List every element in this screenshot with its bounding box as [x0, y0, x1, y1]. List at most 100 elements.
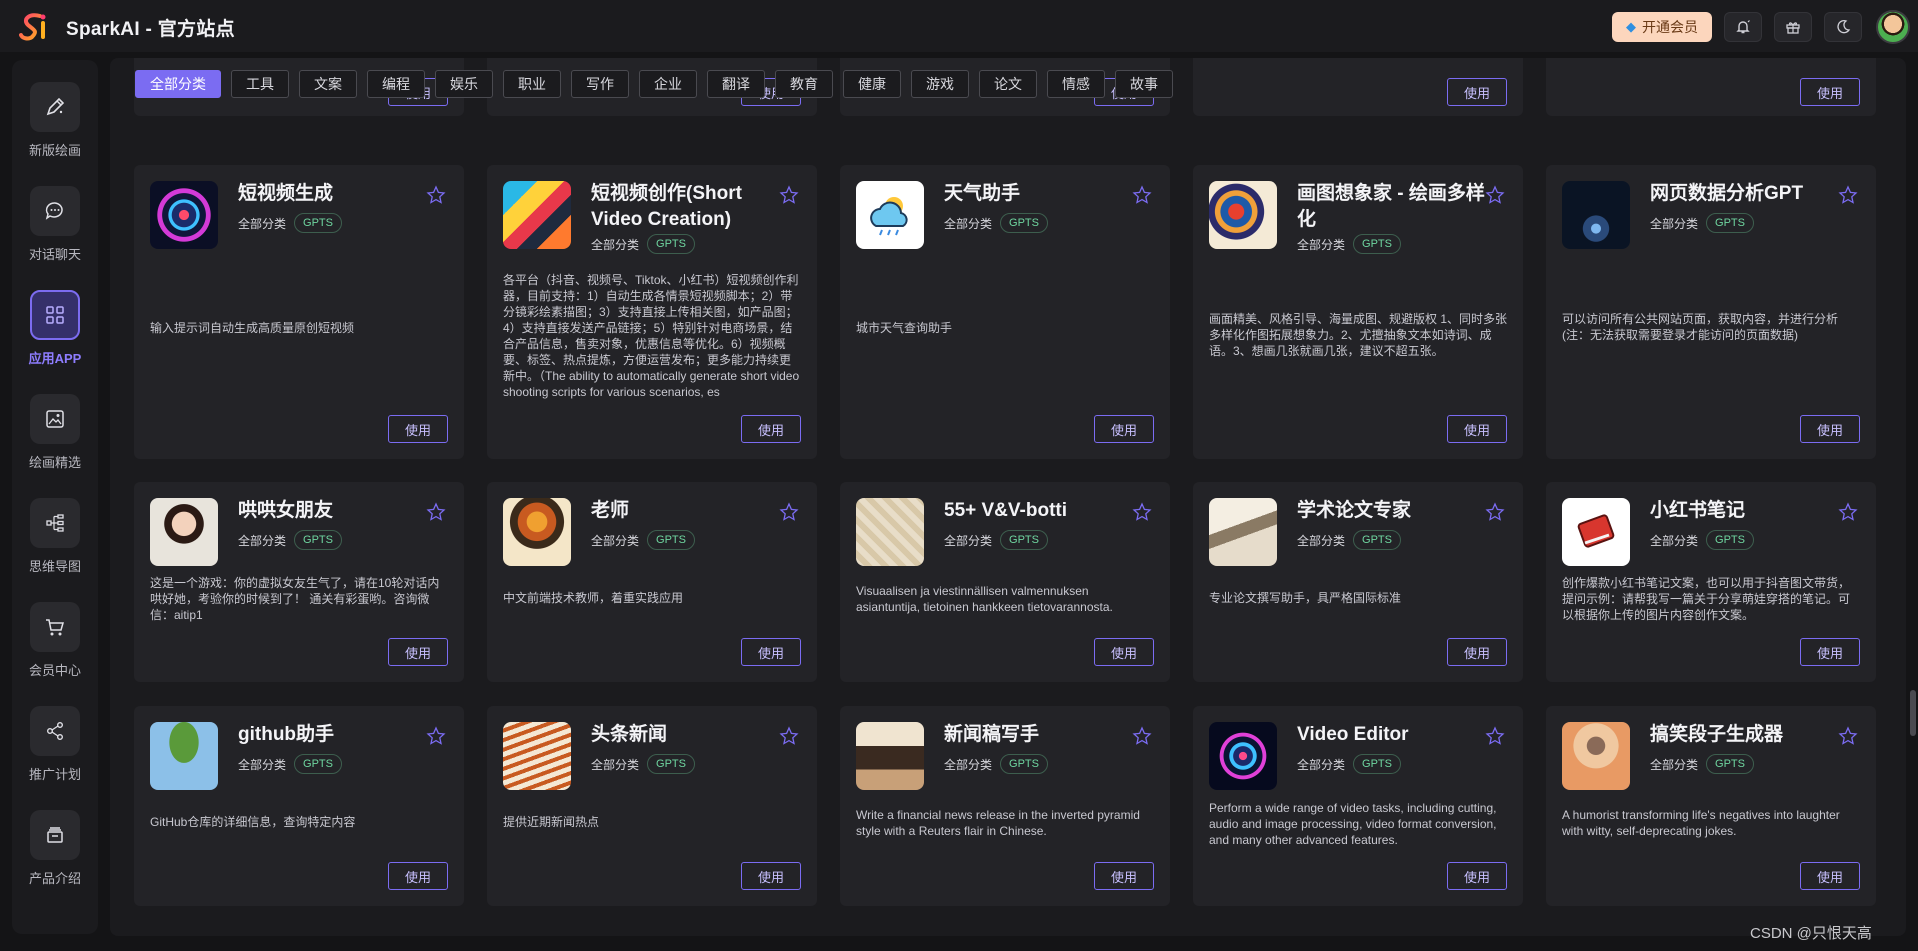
gift-icon[interactable]: [1774, 12, 1812, 42]
app-card[interactable]: 短视频创作(Short Video Creation) 全部分类 GPTS 各平台…: [487, 165, 817, 459]
app-card[interactable]: 小红书笔记 全部分类 GPTS 创作爆款小红书笔记文案，也可以用于抖音图文带货，提…: [1546, 482, 1876, 682]
app-card[interactable]: 55+ V&V-botti 全部分类 GPTS Visuaalisen ja vi…: [840, 482, 1170, 682]
sidebar-item-mindmap[interactable]: 思维导图: [12, 498, 98, 575]
star-icon[interactable]: [426, 185, 446, 205]
filter-translation[interactable]: 翻译: [707, 70, 765, 98]
filter-games[interactable]: 游戏: [911, 70, 969, 98]
filter-enterprise[interactable]: 企业: [639, 70, 697, 98]
gpts-tag: GPTS: [647, 234, 695, 254]
app-card[interactable]: 网页数据分析GPT 全部分类 GPTS 可以访问所有公共网站页面，获取内容，并进行…: [1546, 165, 1876, 459]
sidebar-item-new-drawing[interactable]: 新版绘画: [12, 82, 98, 159]
app-meta: 全部分类 GPTS: [1650, 530, 1754, 550]
sparkai-logo[interactable]: [18, 11, 52, 41]
category-label: 全部分类: [238, 757, 287, 772]
use-button[interactable]: 使用: [1094, 415, 1154, 443]
sidebar-label: 产品介绍: [28, 871, 81, 886]
star-icon[interactable]: [779, 726, 799, 746]
filter-career[interactable]: 职业: [503, 70, 561, 98]
use-button[interactable]: 使用: [1447, 638, 1507, 666]
app-card[interactable]: 天气助手 全部分类 GPTS 城市天气查询助手 使用: [840, 165, 1170, 459]
use-button[interactable]: 使用: [388, 415, 448, 443]
app-card[interactable]: 搞笑段子生成器 全部分类 GPTS A humorist transforming…: [1546, 706, 1876, 906]
star-icon[interactable]: [1485, 502, 1505, 522]
use-button[interactable]: 使用: [1800, 415, 1860, 443]
star-icon[interactable]: [1485, 726, 1505, 746]
filter-all[interactable]: 全部分类: [135, 70, 221, 98]
app-card[interactable]: github助手 全部分类 GPTS GitHub仓库的详细信息，查询特定内容 使…: [134, 706, 464, 906]
filter-papers[interactable]: 论文: [979, 70, 1037, 98]
filter-stories[interactable]: 故事: [1115, 70, 1173, 98]
gpts-tag: GPTS: [1706, 530, 1754, 550]
app-card[interactable]: 新闻稿写手 全部分类 GPTS Write a financial news re…: [840, 706, 1170, 906]
star-icon[interactable]: [426, 502, 446, 522]
star-icon[interactable]: [1838, 726, 1858, 746]
app-card[interactable]: 老师 全部分类 GPTS 中文前端技术教师，着重实践应用 使用: [487, 482, 817, 682]
weather-cloud-icon: [870, 197, 908, 236]
use-button[interactable]: 使用: [1447, 415, 1507, 443]
gpts-tag: GPTS: [1000, 754, 1048, 774]
mindmap-icon: [30, 498, 80, 548]
star-icon[interactable]: [426, 726, 446, 746]
star-icon[interactable]: [779, 502, 799, 522]
filter-entertainment[interactable]: 娱乐: [435, 70, 493, 98]
sidebar-item-promotion[interactable]: 推广计划: [12, 706, 98, 783]
star-icon[interactable]: [1485, 185, 1505, 205]
sidebar-item-membership[interactable]: 会员中心: [12, 602, 98, 679]
sidebar-item-chat[interactable]: 对话聊天: [12, 186, 98, 263]
filter-writing[interactable]: 写作: [571, 70, 629, 98]
app-card[interactable]: 哄哄女朋友 全部分类 GPTS 这是一个游戏：你的虚拟女友生气了，请在10轮对话内…: [134, 482, 464, 682]
category-label: 全部分类: [238, 533, 287, 548]
star-icon[interactable]: [1132, 502, 1152, 522]
gpts-tag: GPTS: [294, 530, 342, 550]
use-button[interactable]: 使用: [1094, 862, 1154, 890]
use-button[interactable]: 使用: [741, 862, 801, 890]
use-button[interactable]: 使用: [1094, 638, 1154, 666]
app-title: 新闻稿写手: [944, 724, 1040, 745]
star-icon[interactable]: [779, 185, 799, 205]
filter-health[interactable]: 健康: [843, 70, 901, 98]
app-meta: 全部分类 GPTS: [591, 754, 695, 774]
app-thumbnail: [503, 722, 571, 790]
scrollbar-thumb[interactable]: [1910, 690, 1916, 736]
filter-copywriting[interactable]: 文案: [299, 70, 357, 98]
app-thumbnail: [1562, 181, 1630, 249]
app-card-partial: 使用: [1546, 58, 1876, 116]
moon-icon[interactable]: [1824, 12, 1862, 42]
sidebar-item-apps[interactable]: 应用APP: [12, 290, 98, 367]
use-button[interactable]: 使用: [1800, 638, 1860, 666]
app-card[interactable]: 学术论文专家 全部分类 GPTS 专业论文撰写助手，具严格国际标准 使用: [1193, 482, 1523, 682]
star-icon[interactable]: [1838, 185, 1858, 205]
vip-label: 开通会员: [1642, 19, 1698, 35]
bell-icon[interactable]: [1724, 12, 1762, 42]
use-button[interactable]: 使用: [741, 415, 801, 443]
app-title: 天气助手: [944, 183, 1021, 204]
filter-programming[interactable]: 编程: [367, 70, 425, 98]
use-button[interactable]: 使用: [388, 862, 448, 890]
filter-education[interactable]: 教育: [775, 70, 833, 98]
user-avatar[interactable]: [1876, 10, 1910, 44]
app-card[interactable]: Video Editor 全部分类 GPTS Perform a wide ran…: [1193, 706, 1523, 906]
app-card[interactable]: 画图想象家 - 绘画多样化 全部分类 GPTS 画面精美、风格引导、海量成图、规避…: [1193, 165, 1523, 459]
app-card[interactable]: 短视频生成 全部分类 GPTS 输入提示词自动生成高质量原创短视频 使用: [134, 165, 464, 459]
app-card[interactable]: 头条新闻 全部分类 GPTS 提供近期新闻热点 使用: [487, 706, 817, 906]
vip-button[interactable]: ◆ 开通会员: [1612, 12, 1712, 42]
use-button[interactable]: 使用: [1447, 78, 1507, 106]
use-button[interactable]: 使用: [1447, 862, 1507, 890]
use-button[interactable]: 使用: [388, 638, 448, 666]
app-card-partial: 使用: [1193, 58, 1523, 116]
use-button[interactable]: 使用: [1800, 78, 1860, 106]
app-description: 画面精美、风格引导、海量成图、规避版权 1、同时多张多样化作图拓展想象力。2、尤…: [1209, 312, 1507, 358]
sidebar-item-gallery[interactable]: 绘画精选: [12, 394, 98, 471]
app-thumbnail: [856, 722, 924, 790]
app-thumbnail: [1209, 722, 1277, 790]
filter-emotion[interactable]: 情感: [1047, 70, 1105, 98]
star-icon[interactable]: [1132, 185, 1152, 205]
star-icon[interactable]: [1132, 726, 1152, 746]
use-button[interactable]: 使用: [1800, 862, 1860, 890]
category-label: 全部分类: [944, 757, 993, 772]
use-button[interactable]: 使用: [741, 638, 801, 666]
sidebar-item-product-intro[interactable]: 产品介绍: [12, 810, 98, 887]
sidebar-label: 应用APP: [28, 351, 82, 366]
filter-tools[interactable]: 工具: [231, 70, 289, 98]
star-icon[interactable]: [1838, 502, 1858, 522]
